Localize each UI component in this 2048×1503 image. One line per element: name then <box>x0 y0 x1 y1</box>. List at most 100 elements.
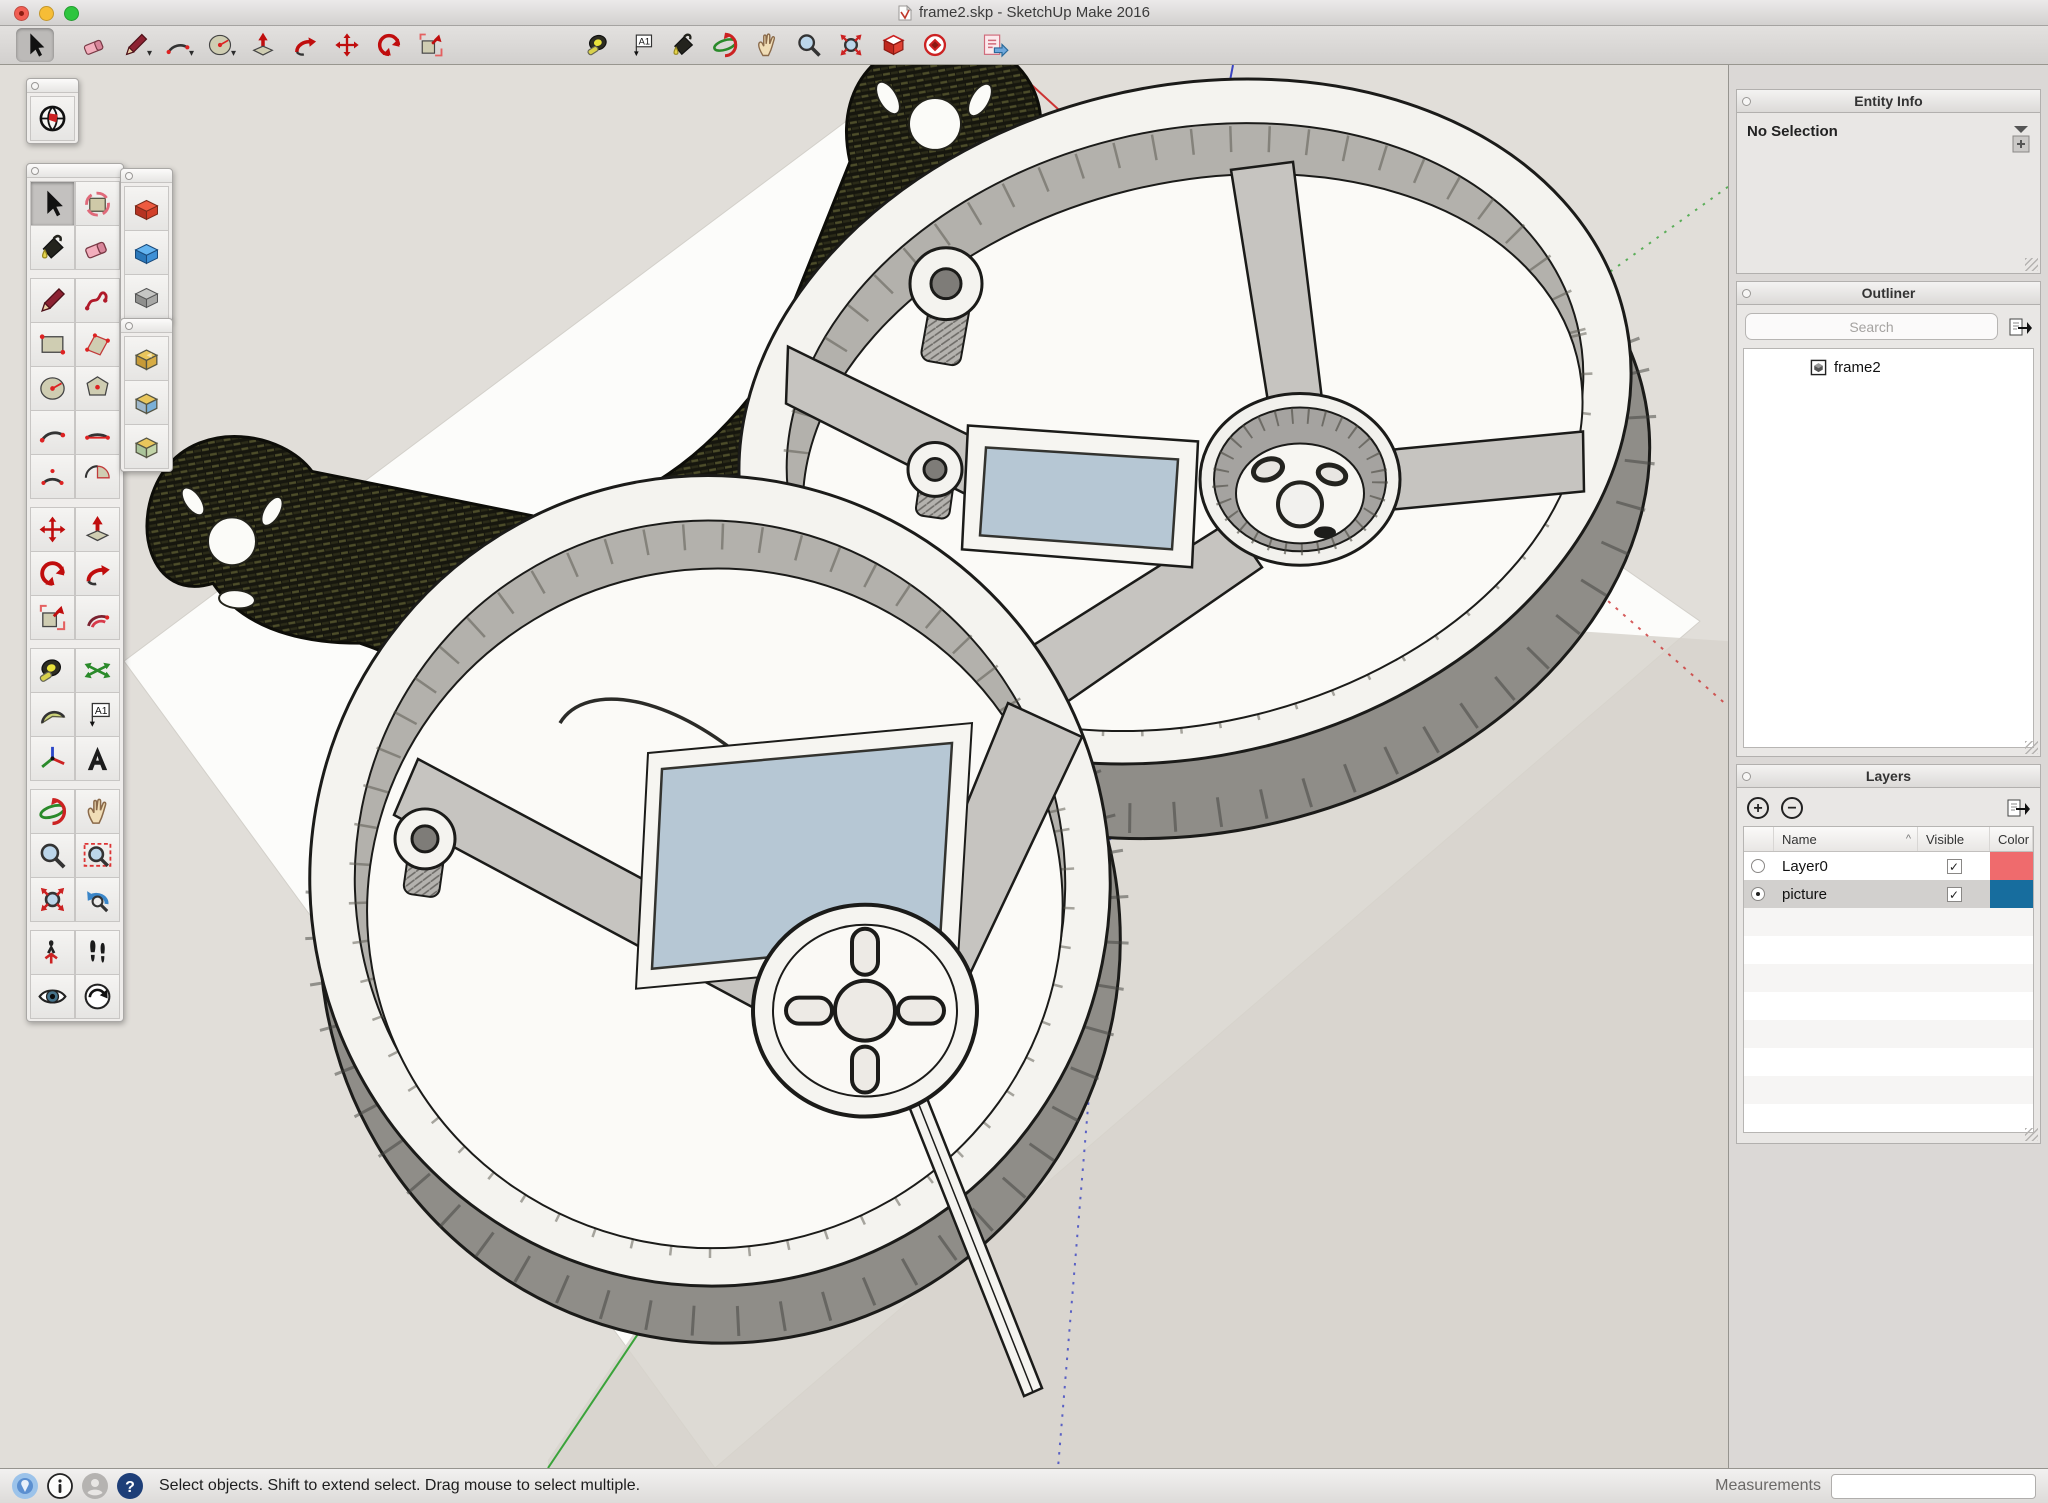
freehand-palette-button[interactable] <box>75 278 120 323</box>
previous-palette-button[interactable] <box>75 877 120 922</box>
layer-row-Layer0[interactable]: Layer0 ✓ <box>1744 852 2033 880</box>
geolocation-icon[interactable] <box>12 1473 38 1499</box>
orbit-tool-button[interactable] <box>706 28 744 62</box>
orbit-palette-button[interactable] <box>30 789 75 834</box>
solid-intersect-palette-button[interactable] <box>124 380 169 425</box>
tape-measure-tool-button[interactable] <box>580 28 618 62</box>
box-blue-palette-button[interactable] <box>124 230 169 275</box>
sign-in-icon[interactable] <box>82 1473 108 1499</box>
text-tool-button[interactable]: A1 <box>622 28 660 62</box>
entity-info-header[interactable]: Entity Info <box>1737 90 2040 113</box>
palette-close-icon[interactable] <box>31 167 39 175</box>
dimension-palette-button[interactable] <box>75 648 120 693</box>
layers-details-button[interactable] <box>2004 796 2032 820</box>
panel-collapse-icon[interactable] <box>1742 772 1751 781</box>
viewport[interactable] <box>0 65 1728 1468</box>
pie-palette-button[interactable] <box>75 454 120 499</box>
palette-close-icon[interactable] <box>125 322 133 330</box>
eraser-palette-button[interactable] <box>75 225 120 270</box>
eraser-tool-button[interactable] <box>76 28 114 62</box>
box-palette-titlebar[interactable] <box>121 169 172 183</box>
solid-palette-titlebar[interactable] <box>121 319 172 333</box>
warehouse-3d-tool-button[interactable] <box>874 28 912 62</box>
dropdown-caret-icon[interactable]: ▾ <box>231 48 236 59</box>
move-tool-button[interactable] <box>328 28 366 62</box>
close-button[interactable] <box>14 6 29 21</box>
circle-tool-button[interactable]: ▾ <box>202 28 240 62</box>
arc-palette-button[interactable] <box>30 410 75 455</box>
outliner-list[interactable]: frame2 <box>1743 348 2034 748</box>
outliner-search-input[interactable] <box>1745 313 1998 340</box>
measurements-input[interactable] <box>1831 1474 2036 1499</box>
look-around-palette-button[interactable] <box>30 974 75 1019</box>
large-palette-titlebar[interactable] <box>27 164 123 178</box>
follow-me-tool-button[interactable] <box>286 28 324 62</box>
move-palette-button[interactable] <box>30 507 75 552</box>
protractor-palette-button[interactable] <box>30 692 75 737</box>
offset-palette-button[interactable] <box>75 595 120 640</box>
zoom-palette-button[interactable] <box>30 833 75 878</box>
add-layer-button[interactable]: + <box>1747 797 1769 819</box>
layer-visible-checkbox[interactable]: ✓ <box>1947 859 1962 874</box>
push-pull-palette-button[interactable] <box>75 507 120 552</box>
layer-color-swatch[interactable] <box>1990 880 2033 908</box>
turn-around-palette-button[interactable] <box>75 974 120 1019</box>
palette-close-icon[interactable] <box>31 82 39 90</box>
panel-collapse-icon[interactable] <box>1742 97 1751 106</box>
zoom-extents-palette-button[interactable] <box>30 877 75 922</box>
axes-palette-button[interactable] <box>30 736 75 781</box>
outliner-item[interactable]: frame2 <box>1744 349 2033 376</box>
scale-tool-button[interactable] <box>412 28 450 62</box>
send-to-layout-tool-button[interactable] <box>976 28 1014 62</box>
line-tool-button[interactable]: ▾ <box>118 28 156 62</box>
rotate-palette-button[interactable] <box>30 551 75 596</box>
outliner-details-button[interactable] <box>2006 315 2034 339</box>
scale-palette-button[interactable] <box>30 595 75 640</box>
paint-bucket-palette-button[interactable] <box>30 225 75 270</box>
paint-bucket-tool-button[interactable] <box>664 28 702 62</box>
solid-union-palette-button[interactable] <box>124 424 169 469</box>
make-component-palette-button[interactable] <box>75 181 120 226</box>
layers-header[interactable]: Layers <box>1737 765 2040 788</box>
minimize-button[interactable] <box>39 6 54 21</box>
rotated-rectangle-palette-button[interactable] <box>75 322 120 367</box>
resize-grip[interactable] <box>2025 258 2038 271</box>
rectangle-palette-button[interactable] <box>30 322 75 367</box>
layers-table-header[interactable]: Name^ Visible Color <box>1744 827 2033 852</box>
entity-info-details-button[interactable] <box>2010 123 2032 155</box>
pan-palette-button[interactable] <box>75 789 120 834</box>
layer-visible-checkbox[interactable]: ✓ <box>1947 887 1962 902</box>
layer-row-picture[interactable]: picture ✓ <box>1744 880 2033 908</box>
zoom-window-palette-button[interactable] <box>75 833 120 878</box>
resize-grip[interactable] <box>2025 741 2038 754</box>
panel-collapse-icon[interactable] <box>1742 289 1751 298</box>
credits-icon[interactable] <box>47 1473 73 1499</box>
globe-palette-button[interactable] <box>30 96 75 141</box>
polygon-palette-button[interactable] <box>75 366 120 411</box>
select-palette-button[interactable] <box>30 181 75 226</box>
zoom-extents-tool-button[interactable] <box>832 28 870 62</box>
palette-close-icon[interactable] <box>125 172 133 180</box>
pan-tool-button[interactable] <box>748 28 786 62</box>
dropdown-caret-icon[interactable]: ▾ <box>189 48 194 59</box>
current-layer-radio[interactable] <box>1751 887 1765 901</box>
zoom-window-button[interactable] <box>64 6 79 21</box>
extension-warehouse-tool-button[interactable] <box>916 28 954 62</box>
position-camera-palette-button[interactable] <box>30 930 75 975</box>
tape-measure-palette-button[interactable] <box>30 648 75 693</box>
help-icon[interactable]: ? <box>117 1473 143 1499</box>
arc-tool-button[interactable]: ▾ <box>160 28 198 62</box>
current-layer-radio[interactable] <box>1751 859 1765 873</box>
zoom-tool-button[interactable] <box>790 28 828 62</box>
resize-grip[interactable] <box>2025 1128 2038 1141</box>
push-pull-tool-button[interactable] <box>244 28 282 62</box>
mini-palette-titlebar[interactable] <box>27 79 78 93</box>
outliner-header[interactable]: Outliner <box>1737 282 2040 305</box>
arc-2pt-palette-button[interactable] <box>75 410 120 455</box>
line-palette-button[interactable] <box>30 278 75 323</box>
text-palette-button[interactable]: A1 <box>75 692 120 737</box>
follow-me-palette-button[interactable] <box>75 551 120 596</box>
box-red-palette-button[interactable] <box>124 186 169 231</box>
layer-color-swatch[interactable] <box>1990 852 2033 880</box>
walk-palette-button[interactable] <box>75 930 120 975</box>
